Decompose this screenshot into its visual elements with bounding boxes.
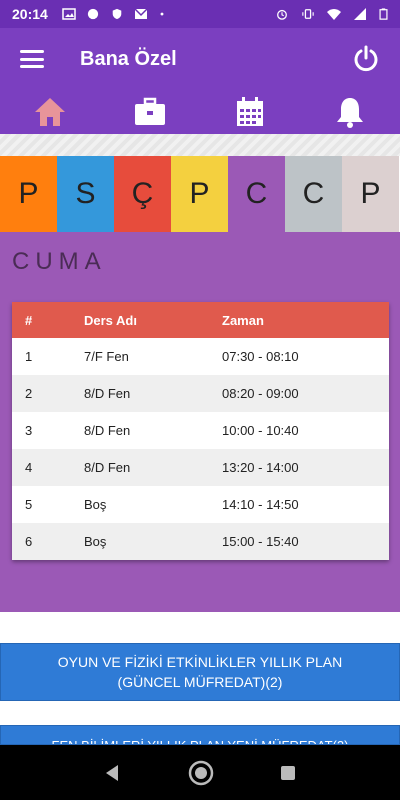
row-lesson: 8/D Fen: [84, 460, 131, 475]
signal-icon: [354, 8, 366, 20]
calendar-icon: [237, 97, 263, 126]
row-lesson: 8/D Fen: [84, 386, 131, 401]
home-icon: [35, 98, 65, 126]
recents-icon[interactable]: [279, 764, 297, 782]
dot-notification-icon: [160, 12, 164, 16]
day-tab-5[interactable]: C: [228, 156, 285, 232]
nav-calendar[interactable]: [230, 94, 270, 130]
vibrate-icon: [302, 9, 314, 19]
nav-home[interactable]: [30, 94, 70, 130]
row-num: 2: [25, 386, 33, 401]
header-num: #: [25, 312, 33, 328]
table-row: 3 8/D Fen 10:00 - 10:40: [12, 412, 389, 449]
row-num: 5: [25, 497, 33, 512]
schedule-table: # Ders Adı Zaman 1 7/F Fen 07:30 - 08:10…: [12, 302, 389, 560]
mail-notification-icon: [134, 8, 148, 19]
row-time: 07:30 - 08:10: [222, 349, 299, 364]
row-lesson: 8/D Fen: [84, 423, 131, 438]
row-time: 13:20 - 14:00: [222, 460, 299, 475]
row-lesson: Boş: [84, 497, 107, 512]
row-time: 10:00 - 10:40: [222, 423, 299, 438]
power-icon[interactable]: [352, 45, 380, 73]
table-row: 4 8/D Fen 13:20 - 14:00: [12, 449, 389, 486]
wifi-icon: [327, 9, 341, 20]
row-time: 08:20 - 09:00: [222, 386, 299, 401]
schedule-panel: CUMA # Ders Adı Zaman 1 7/F Fen 07:30 - …: [0, 232, 400, 612]
back-icon[interactable]: [103, 763, 123, 783]
day-tab-7[interactable]: P: [342, 156, 399, 232]
circle-notification-icon: [87, 8, 98, 20]
nav-bar: [0, 90, 400, 134]
table-header: # Ders Adı Zaman: [12, 302, 389, 338]
nav-bell[interactable]: [330, 94, 370, 130]
app-title: Bana Özel: [80, 47, 177, 70]
divider-stripe: [0, 134, 400, 156]
row-lesson: Boş: [84, 534, 107, 549]
hamburger-menu-icon[interactable]: [20, 50, 44, 68]
table-row: 2 8/D Fen 08:20 - 09:00: [12, 375, 389, 412]
row-num: 1: [25, 349, 33, 364]
battery-icon: [379, 8, 388, 20]
table-row: 6 Boş 15:00 - 15:40: [12, 523, 389, 560]
table-row: 1 7/F Fen 07:30 - 08:10: [12, 338, 389, 375]
row-time: 14:10 - 14:50: [222, 497, 299, 512]
day-tab-6[interactable]: C: [285, 156, 342, 232]
status-time: 20:14: [12, 6, 48, 22]
bell-icon: [337, 98, 363, 128]
header-lesson: Ders Adı: [84, 312, 137, 328]
system-nav-bar: [0, 745, 400, 800]
shield-notification-icon: [112, 8, 122, 20]
row-num: 4: [25, 460, 33, 475]
row-num: 6: [25, 534, 33, 549]
status-bar: 20:14: [0, 0, 400, 28]
image-notification-icon: [62, 8, 76, 20]
day-tab-4[interactable]: P: [171, 156, 228, 232]
day-tab-3[interactable]: Ç: [114, 156, 171, 232]
table-row: 5 Boş 14:10 - 14:50: [12, 486, 389, 523]
app-bar: Bana Özel: [0, 28, 400, 90]
briefcase-icon: [135, 97, 165, 125]
plan-button-science[interactable]: FEN BİLİMLERİ YILLIK PLAN YENİ MÜFREDAT(…: [0, 725, 400, 745]
alarm-icon: [277, 9, 287, 20]
day-tab-1[interactable]: P: [0, 156, 57, 232]
plan-button-games[interactable]: OYUN VE FİZİKİ ETKİNLİKLER YILLIK PLAN (…: [0, 643, 400, 701]
nav-briefcase[interactable]: [130, 94, 170, 130]
day-tabs: P S Ç P C C P: [0, 156, 400, 232]
row-time: 15:00 - 15:40: [222, 534, 299, 549]
row-lesson: 7/F Fen: [84, 349, 129, 364]
day-tab-2[interactable]: S: [57, 156, 114, 232]
day-title: CUMA: [12, 248, 107, 275]
row-num: 3: [25, 423, 33, 438]
header-time: Zaman: [222, 312, 264, 328]
home-circle-icon[interactable]: [188, 760, 214, 786]
